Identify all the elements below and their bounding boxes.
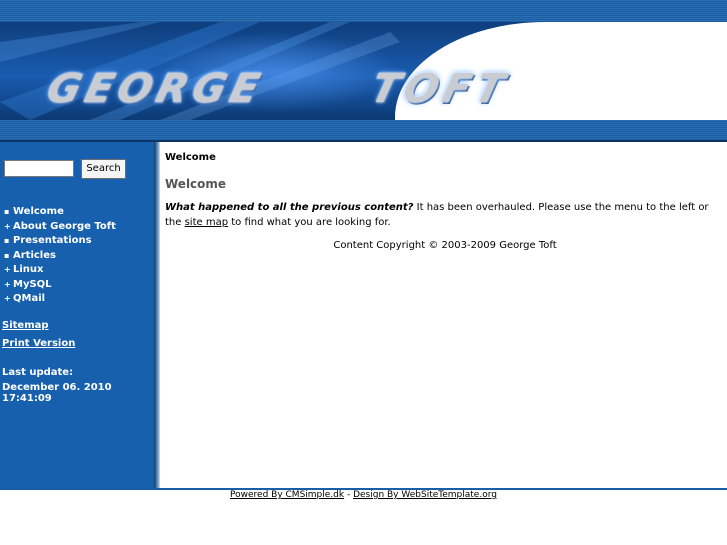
sidebar-item-label: About George Toft	[13, 220, 116, 232]
sidebar-item-label: Presentations	[13, 235, 92, 246]
sidebar-item-about[interactable]: + About George Toft	[4, 221, 116, 236]
plus-icon: +	[4, 294, 11, 303]
logo-text-george: GEORGE	[42, 66, 269, 112]
square-bullet-icon: ▪	[4, 207, 10, 216]
intro-paragraph: What happened to all the previous conten…	[165, 200, 723, 230]
site-map-link[interactable]: site map	[185, 217, 228, 228]
sidebar-item-label: Articles	[13, 249, 56, 261]
sitemap-link[interactable]: Sitemap	[2, 320, 49, 331]
design-by-link[interactable]: Design By WebSiteTemplate.org	[353, 490, 497, 500]
sidebar-item-label: QMail	[13, 293, 46, 304]
sidebar-item-welcome[interactable]: ▪ Welcome	[4, 206, 116, 221]
print-version-link[interactable]: Print Version	[2, 338, 75, 349]
breadcrumb: Welcome	[165, 152, 216, 163]
sidebar-item-articles[interactable]: ▪ Articles	[4, 250, 116, 265]
sidebar-item-linux[interactable]: + Linux	[4, 264, 116, 279]
copyright-text: Content Copyright © 2003-2009 George Tof…	[333, 240, 557, 251]
top-strip	[0, 0, 727, 23]
plus-icon: +	[4, 221, 11, 231]
logo-text-toft: TOFT	[366, 66, 514, 112]
header-banner: GEORGE TOFT	[0, 22, 727, 120]
square-bullet-icon: ▪	[4, 250, 10, 260]
sidebar-item-qmail[interactable]: + QMail	[4, 293, 116, 308]
sidebar-item-presentations[interactable]: ▪ Presentations	[4, 235, 116, 250]
intro-text-after: to find what you are looking for.	[228, 217, 391, 228]
square-bullet-icon: ▪	[4, 236, 10, 245]
footer: Powered By CMSimple.dk - Design By WebSi…	[0, 490, 727, 500]
last-update-value: December 06. 2010 17:41:09	[2, 382, 112, 404]
powered-by-link[interactable]: Powered By CMSimple.dk	[230, 490, 344, 500]
sidebar-shadow	[154, 142, 160, 488]
sidebar-item-label: Linux	[13, 264, 44, 275]
page-title: Welcome	[165, 177, 227, 191]
intro-lead: What happened to all the previous conten…	[165, 202, 414, 213]
sidebar-menu: ▪ Welcome + About George Toft ▪ Presentatio…	[4, 206, 116, 308]
search-button[interactable]: Search	[81, 159, 126, 179]
sidebar: Search ▪ Welcome + About George Toft ▪ Pres…	[0, 142, 154, 488]
footer-separator: -	[344, 490, 354, 500]
last-update-label: Last update:	[2, 367, 74, 378]
sidebar-item-label: MySQL	[13, 278, 52, 290]
nav-strip	[0, 120, 727, 142]
sidebar-item-mysql[interactable]: + MySQL	[4, 279, 116, 294]
plus-icon: +	[4, 279, 11, 289]
sidebar-item-label: Welcome	[13, 206, 64, 217]
search-input[interactable]	[4, 160, 74, 177]
plus-icon: +	[4, 265, 11, 274]
